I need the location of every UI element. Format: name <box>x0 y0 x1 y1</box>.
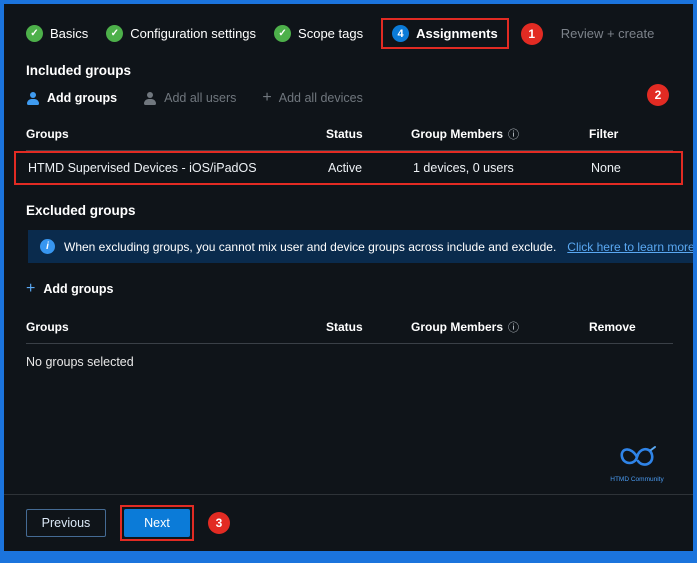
step-scope-tags-label: Scope tags <box>298 26 363 41</box>
annotation-circle-1: 1 <box>521 23 543 45</box>
annotation-circle-2: 2 <box>647 84 669 106</box>
cell-members: 1 devices, 0 users <box>413 161 591 175</box>
step-assignments[interactable]: 4 Assignments <box>381 18 509 49</box>
person-add-icon <box>26 92 40 105</box>
annotation-row-frame: HTMD Supervised Devices - iOS/iPadOS Act… <box>14 151 683 185</box>
wizard-footer: Previous Next 3 <box>4 494 693 551</box>
info-banner: i When excluding groups, you cannot mix … <box>28 230 693 263</box>
cell-filter: None <box>591 161 681 175</box>
col-groups: Groups <box>26 320 326 334</box>
step-number-icon: 4 <box>392 25 409 42</box>
no-groups-selected-text: No groups selected <box>26 344 673 380</box>
plus-icon: + <box>262 90 271 106</box>
table-row[interactable]: HTMD Supervised Devices - iOS/iPadOS Act… <box>28 153 681 183</box>
previous-button[interactable]: Previous <box>26 509 106 537</box>
col-group-members-label: Group Members <box>411 127 503 141</box>
next-button[interactable]: Next <box>124 509 190 537</box>
included-table-header: Groups Status Group Members ⓘ Filter <box>26 120 673 151</box>
check-icon: ✓ <box>106 25 123 42</box>
step-basics-label: Basics <box>50 26 88 41</box>
cell-group-name: HTMD Supervised Devices - iOS/iPadOS <box>28 161 328 175</box>
col-status: Status <box>326 127 411 141</box>
step-basics[interactable]: ✓ Basics <box>26 25 88 42</box>
wizard-steps: ✓ Basics ✓ Configuration settings ✓ Scop… <box>26 18 673 49</box>
col-group-members: Group Members ⓘ <box>411 126 589 142</box>
cell-status: Active <box>328 161 413 175</box>
col-group-members-label: Group Members <box>411 320 503 334</box>
excluded-add-groups-button[interactable]: + Add groups <box>26 281 113 297</box>
add-groups-label: Add groups <box>47 91 117 105</box>
add-all-users-label: Add all users <box>164 91 236 105</box>
info-icon: ⓘ <box>508 129 519 141</box>
htmd-logo-caption: HTMD Community <box>607 476 667 483</box>
people-icon <box>143 92 157 105</box>
col-status: Status <box>326 320 411 334</box>
included-groups-toolbar: Add groups Add all users + Add all devic… <box>26 90 673 106</box>
step-review-create-label: Review + create <box>561 26 655 41</box>
included-groups-title: Included groups <box>26 63 673 78</box>
col-filter: Filter <box>589 127 673 141</box>
htmd-logo-icon <box>617 444 657 470</box>
excluded-table-header: Groups Status Group Members ⓘ Remove <box>26 313 673 344</box>
check-icon: ✓ <box>26 25 43 42</box>
included-groups-table: Groups Status Group Members ⓘ Filter HTMD… <box>26 120 673 185</box>
annotation-next-frame: Next <box>120 505 194 541</box>
add-all-devices-button[interactable]: + Add all devices <box>262 90 362 106</box>
add-all-devices-label: Add all devices <box>279 91 363 105</box>
info-icon: i <box>40 239 55 254</box>
col-remove: Remove <box>589 320 673 334</box>
assignments-wizard-window: ✓ Basics ✓ Configuration settings ✓ Scop… <box>0 0 697 563</box>
info-icon: ⓘ <box>508 322 519 334</box>
annotation-circle-3: 3 <box>208 512 230 534</box>
plus-icon: + <box>26 281 35 297</box>
step-scope-tags[interactable]: ✓ Scope tags <box>274 25 363 42</box>
step-configuration-settings-label: Configuration settings <box>130 26 256 41</box>
step-assignments-label: Assignments <box>416 26 498 41</box>
step-review-create[interactable]: Review + create <box>561 26 655 41</box>
add-groups-button[interactable]: Add groups <box>26 91 117 105</box>
step-configuration-settings[interactable]: ✓ Configuration settings <box>106 25 256 42</box>
excluded-groups-table: Groups Status Group Members ⓘ Remove No g… <box>26 313 673 380</box>
info-banner-text: When excluding groups, you cannot mix us… <box>64 240 556 254</box>
excluded-groups-title: Excluded groups <box>26 203 673 218</box>
add-all-users-button[interactable]: Add all users <box>143 91 236 105</box>
col-group-members: Group Members ⓘ <box>411 319 589 335</box>
learn-more-link[interactable]: Click here to learn more about <box>567 240 693 254</box>
htmd-community-logo: HTMD Community <box>607 444 667 483</box>
check-icon: ✓ <box>274 25 291 42</box>
excluded-add-groups-label: Add groups <box>43 282 113 296</box>
col-groups: Groups <box>26 127 326 141</box>
